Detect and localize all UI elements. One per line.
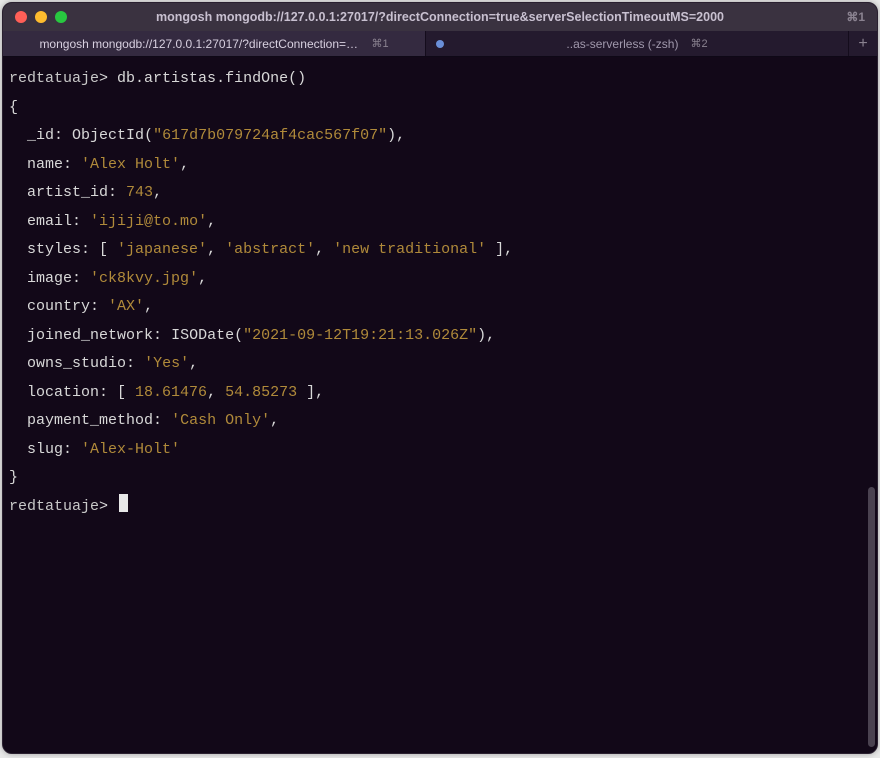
key-country: country [27,298,90,315]
terminal-output[interactable]: redtatuaje> db.artistas.findOne() { _id:… [3,57,877,753]
val-owns-studio: 'Yes' [144,355,189,372]
tab-label: mongosh mongodb://127.0.0.1:27017/?direc… [39,37,359,51]
val-joined: "2021-09-12T19:21:13.026Z" [243,327,477,344]
tab-zsh[interactable]: ..as-serverless (-zsh) ⌘2 [426,31,849,56]
new-tab-button[interactable]: + [849,31,877,56]
plus-icon: + [858,35,867,53]
terminal-window: mongosh mongodb://127.0.0.1:27017/?direc… [2,2,878,754]
key-image: image [27,270,72,287]
brace-open: { [9,99,18,116]
val-country: 'AX' [108,298,144,315]
key-location: location [27,384,99,401]
val-loc-1: 54.85273 [225,384,297,401]
window-title: mongosh mongodb://127.0.0.1:27017/?direc… [13,10,867,24]
cursor-icon [119,494,128,512]
val-loc-0: 18.61476 [135,384,207,401]
command-text: db.artistas.findOne() [117,70,306,87]
val-name: 'Alex Holt' [81,156,180,173]
val-id: "617d7b079724af4cac567f07" [153,127,387,144]
val-style-0: 'japanese' [117,241,207,258]
fn-objectid: ObjectId [72,127,144,144]
titlebar: mongosh mongodb://127.0.0.1:27017/?direc… [3,3,877,31]
key-name: name [27,156,63,173]
prompt-db-2: redtatuaje [9,498,99,515]
key-joined: joined_network [27,327,153,344]
prompt-suffix: > [99,70,108,87]
prompt-suffix-2: > [99,498,108,515]
key-styles: styles [27,241,81,258]
key-payment: payment_method [27,412,153,429]
prompt-db: redtatuaje [9,70,99,87]
val-artist-id: 743 [126,184,153,201]
window-shortcut: ⌘1 [846,10,865,24]
activity-indicator-icon [436,40,444,48]
scrollbar[interactable] [868,487,875,747]
key-artist-id: artist_id [27,184,108,201]
key-owns-studio: owns_studio [27,355,126,372]
key-email: email [27,213,72,230]
close-icon[interactable] [15,11,27,23]
val-style-1: 'abstract' [225,241,315,258]
tab-shortcut: ⌘1 [371,37,388,50]
brace-close: } [9,469,18,486]
zoom-icon[interactable] [55,11,67,23]
key-slug: slug [27,441,63,458]
tab-label: ..as-serverless (-zsh) [566,37,678,51]
key-id: _id [27,127,54,144]
val-image: 'ck8kvy.jpg' [90,270,198,287]
val-email: 'ijiji@to.mo' [90,213,207,230]
tab-bar: mongosh mongodb://127.0.0.1:27017/?direc… [3,31,877,57]
val-slug: 'Alex-Holt' [81,441,180,458]
val-style-2: 'new traditional' [333,241,486,258]
tab-mongosh[interactable]: mongosh mongodb://127.0.0.1:27017/?direc… [3,31,426,56]
fn-isodate: ISODate [171,327,234,344]
traffic-lights [15,11,67,23]
val-payment: 'Cash Only' [171,412,270,429]
minimize-icon[interactable] [35,11,47,23]
tab-shortcut: ⌘2 [690,37,707,50]
